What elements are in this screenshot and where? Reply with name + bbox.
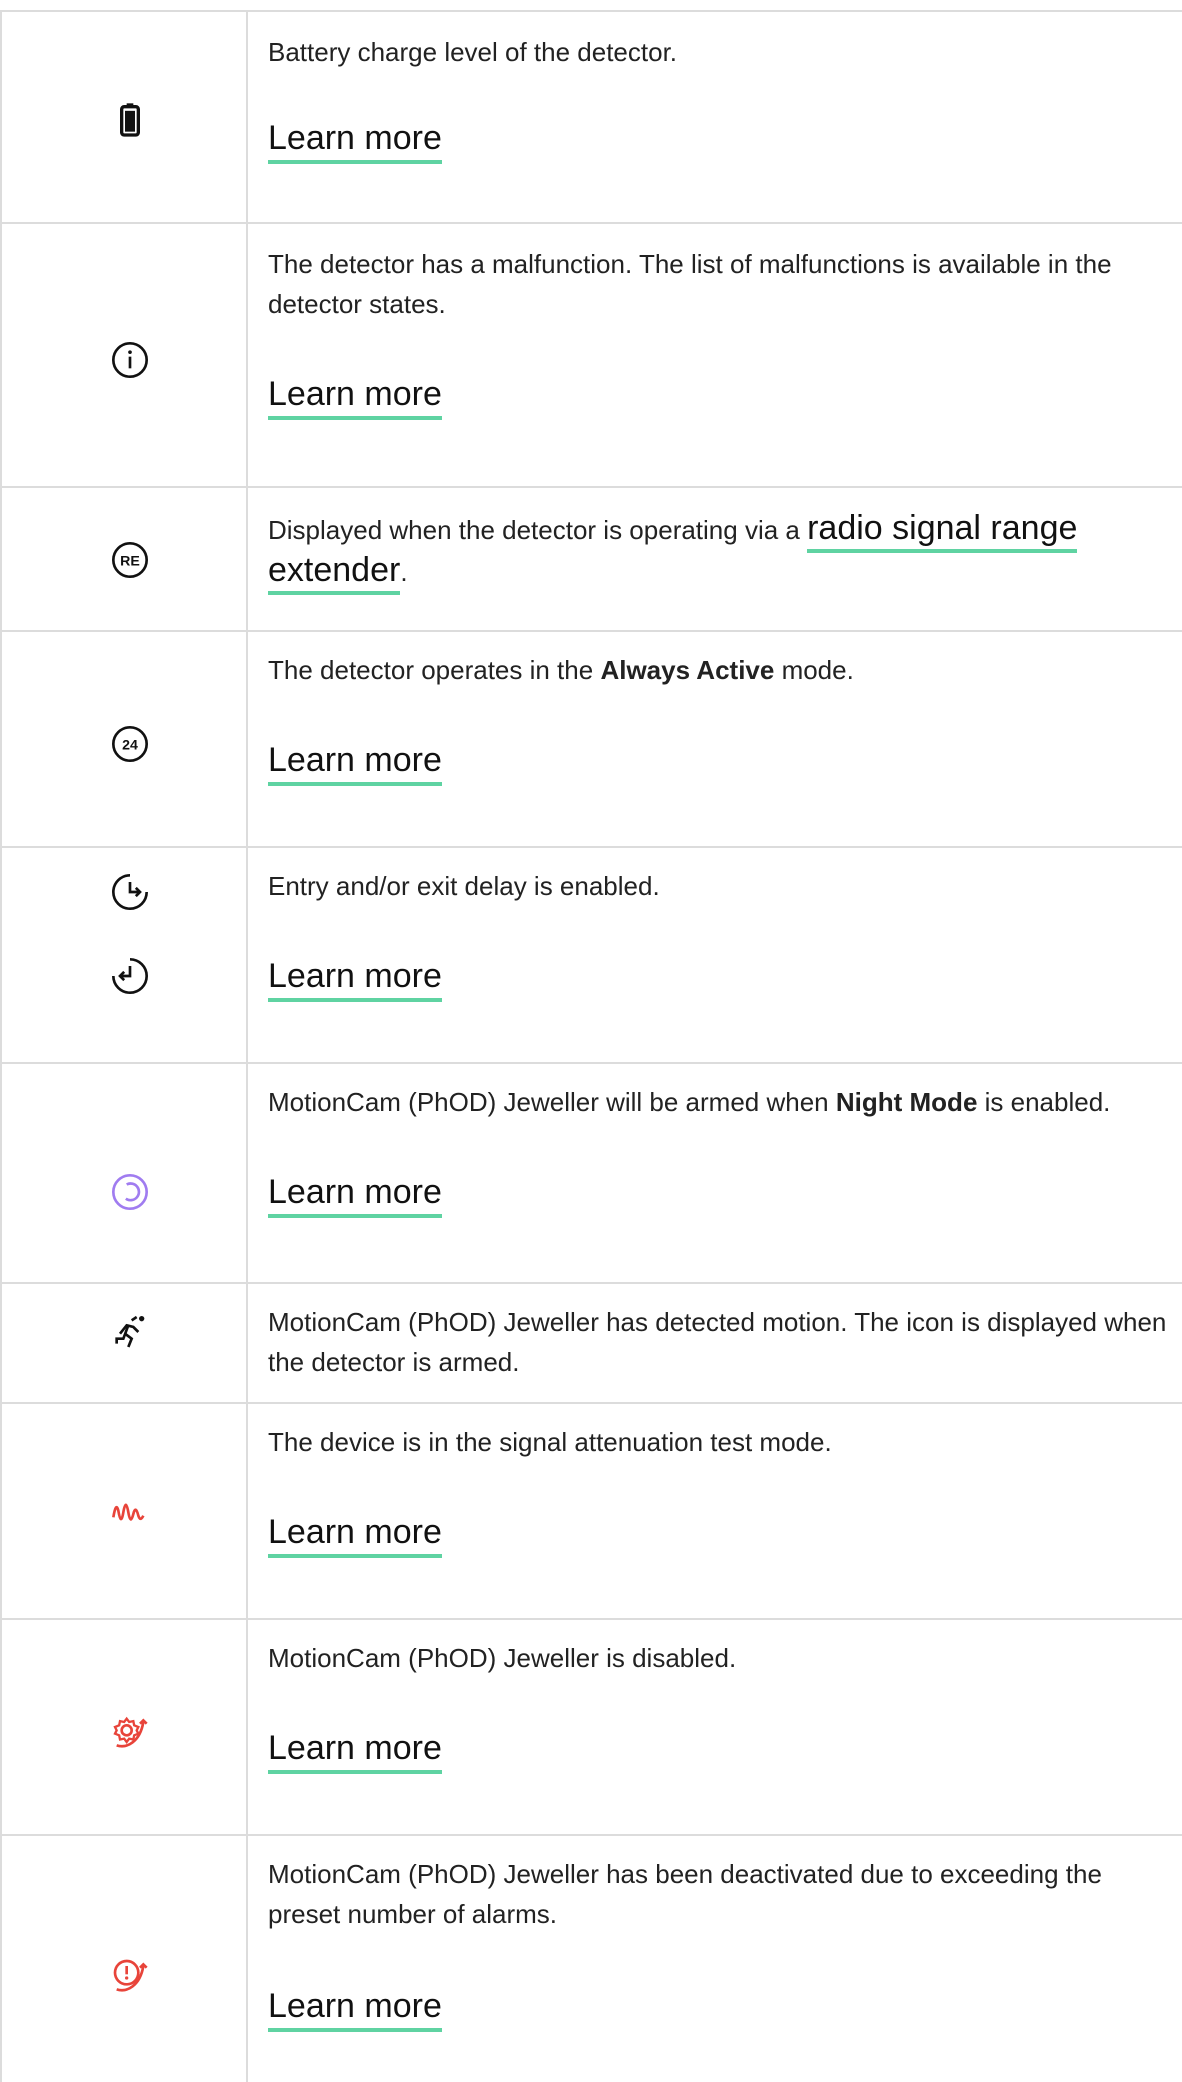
signal-attenuation-icon (100, 1484, 160, 1544)
table-row: RE Displayed when the detector is operat… (0, 486, 1182, 630)
learn-more-link[interactable]: Learn more (268, 740, 442, 786)
table-row: Battery charge level of the detector. Le… (0, 10, 1182, 222)
table-row: MotionCam (PhOD) Jeweller has detected m… (0, 1282, 1182, 1402)
device-disabled-icon (100, 1702, 160, 1762)
exit-delay-icon (100, 946, 160, 1006)
learn-more-link[interactable]: Learn more (268, 1986, 442, 2032)
row-text-after: . (400, 557, 408, 587)
deactivated-alarms-icon (100, 1946, 160, 2006)
learn-more-link[interactable]: Learn more (268, 118, 442, 164)
info-icon (100, 330, 160, 390)
row-text: Entry and/or exit delay is enabled. (268, 871, 660, 901)
row-text: MotionCam (PhOD) Jeweller has been deact… (268, 1859, 1102, 1929)
night-mode-icon (100, 1162, 160, 1222)
24-badge-text: 24 (122, 738, 138, 754)
table-row: The detector has a malfunction. The list… (0, 222, 1182, 486)
re-badge-text: RE (120, 554, 140, 570)
entry-delay-icon (100, 862, 160, 922)
row-text: MotionCam (PhOD) Jeweller will be armed … (268, 1082, 1168, 1122)
row-text-before: MotionCam (PhOD) Jeweller will be armed … (268, 1087, 836, 1117)
row-text: MotionCam (PhOD) Jeweller has detected m… (268, 1307, 1167, 1377)
re-badge-icon: RE (100, 530, 160, 590)
row-text-before: The detector operates in the (268, 655, 601, 685)
row-text-after: mode. (774, 655, 854, 685)
motion-detected-icon (100, 1302, 160, 1362)
table-row: MotionCam (PhOD) Jeweller has been deact… (0, 1834, 1182, 2082)
table-row: 24 The detector operates in the Always A… (0, 630, 1182, 846)
learn-more-link[interactable]: Learn more (268, 1512, 442, 1558)
row-text-bold: Night Mode (835, 1087, 978, 1117)
row-text: Displayed when the detector is operating… (268, 508, 1168, 595)
learn-more-link[interactable]: Learn more (268, 374, 442, 420)
table-row: The device is in the signal attenuation … (0, 1402, 1182, 1618)
table-row: MotionCam (PhOD) Jeweller will be armed … (0, 1062, 1182, 1282)
learn-more-link[interactable]: Learn more (268, 1172, 442, 1218)
table-row: Entry and/or exit delay is enabled. Lear… (0, 846, 1182, 1062)
row-text: The device is in the signal attenuation … (268, 1427, 832, 1457)
battery-icon (100, 90, 160, 150)
table-row: MotionCam (PhOD) Jeweller is disabled. L… (0, 1618, 1182, 1834)
row-text-bold: Always Active (600, 655, 775, 685)
learn-more-link[interactable]: Learn more (268, 1728, 442, 1774)
row-text: Battery charge level of the detector. (268, 37, 678, 67)
row-text: The detector operates in the Always Acti… (268, 650, 1168, 690)
row-text-before: Displayed when the detector is operating… (268, 515, 808, 545)
row-text-after: is enabled. (977, 1087, 1111, 1117)
24-badge-icon: 24 (100, 714, 160, 774)
row-text: The detector has a malfunction. The list… (268, 249, 1112, 319)
row-text: MotionCam (PhOD) Jeweller is disabled. (268, 1643, 737, 1673)
learn-more-link[interactable]: Learn more (268, 956, 442, 1002)
